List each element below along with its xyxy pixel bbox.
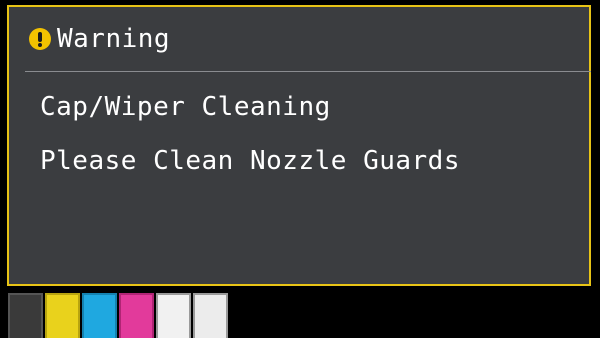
ink-slot-white-2 [193, 293, 228, 338]
ink-level-bar [8, 293, 228, 338]
ink-slot-magenta [119, 293, 154, 338]
header-divider [25, 71, 591, 72]
exclamation-dot [38, 43, 42, 47]
dialog-header: Warning [9, 7, 589, 71]
ink-slot-white-1 [156, 293, 191, 338]
printer-panel-screen: Warning Cap/Wiper Cleaning Please Clean … [0, 0, 600, 338]
ink-slot-black [8, 293, 43, 338]
dialog-title: Warning [57, 24, 171, 54]
warning-dialog: Warning Cap/Wiper Cleaning Please Clean … [7, 5, 591, 286]
message-line-1: Cap/Wiper Cleaning [40, 92, 331, 122]
exclamation-stroke [38, 32, 42, 42]
ink-slot-cyan [82, 293, 117, 338]
warning-icon [29, 28, 51, 50]
message-line-2: Please Clean Nozzle Guards [40, 146, 460, 176]
ink-slot-yellow [45, 293, 80, 338]
